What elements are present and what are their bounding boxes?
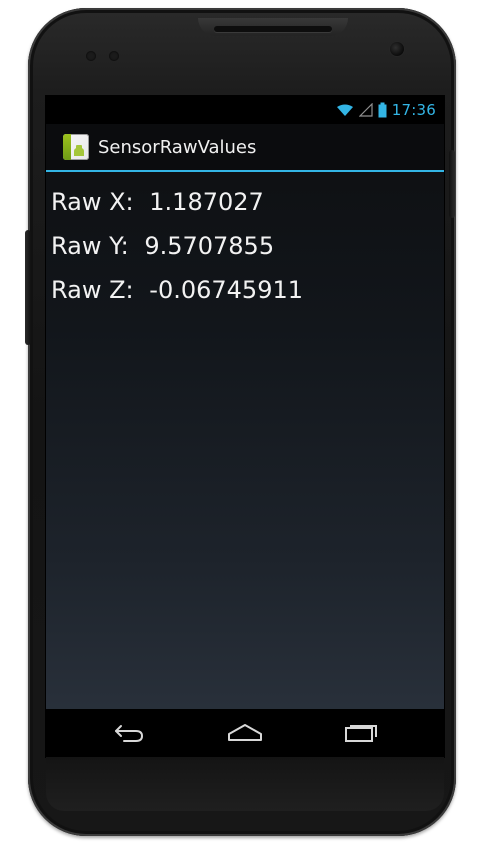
raw-y-value: 9.5707855 bbox=[144, 232, 275, 260]
volume-button bbox=[25, 230, 31, 345]
recent-apps-icon bbox=[345, 725, 377, 742]
raw-x-value: 1.187027 bbox=[149, 188, 264, 216]
raw-y-label: Raw Y: bbox=[51, 232, 129, 260]
home-icon bbox=[228, 724, 262, 741]
status-icons: 17:36 bbox=[336, 101, 436, 119]
light-sensor bbox=[109, 51, 120, 61]
raw-z-label: Raw Z: bbox=[51, 276, 134, 304]
phone-bottom-bezel bbox=[46, 757, 444, 811]
sensor-readout: Raw X: 1.187027 Raw Y: 9.5707855 Raw Z: … bbox=[51, 180, 303, 312]
raw-y-row: Raw Y: 9.5707855 bbox=[51, 224, 303, 268]
raw-x-row: Raw X: 1.187027 bbox=[51, 180, 303, 224]
status-bar: 17:36 bbox=[46, 96, 444, 124]
raw-z-row: Raw Z: -0.06745911 bbox=[51, 268, 303, 312]
recent-apps-button[interactable] bbox=[316, 709, 406, 757]
power-button bbox=[449, 150, 455, 218]
wifi-icon bbox=[336, 103, 354, 117]
signal-icon bbox=[358, 102, 373, 117]
proximity-sensor bbox=[86, 51, 96, 61]
navigation-bar bbox=[46, 709, 444, 757]
android-app-icon bbox=[63, 134, 89, 160]
front-camera bbox=[390, 42, 404, 56]
front-sensors bbox=[86, 46, 128, 61]
app-title: SensorRawValues bbox=[98, 137, 257, 158]
app-action-bar: SensorRawValues bbox=[46, 124, 444, 172]
status-time: 17:36 bbox=[391, 101, 436, 119]
raw-z-value: -0.06745911 bbox=[149, 276, 303, 304]
raw-x-label: Raw X: bbox=[51, 188, 134, 216]
battery-icon bbox=[378, 102, 387, 118]
device-screen: 17:36 SensorRawValues Raw X: 1.187027 Ra… bbox=[46, 96, 444, 757]
back-icon bbox=[115, 725, 143, 742]
home-button[interactable] bbox=[200, 709, 290, 757]
back-button[interactable] bbox=[84, 709, 174, 757]
earpiece-grille bbox=[214, 26, 332, 32]
